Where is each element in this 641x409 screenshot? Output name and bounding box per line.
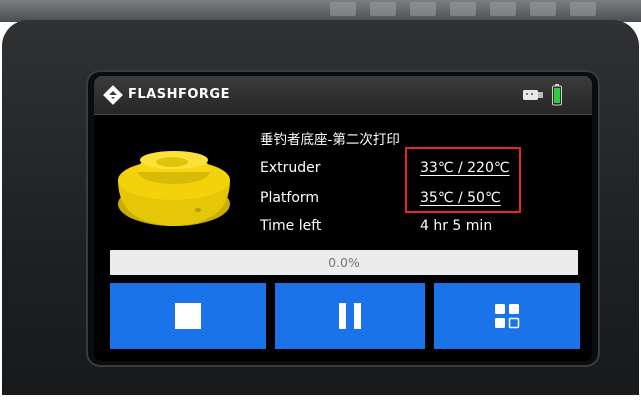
page-background bbox=[0, 395, 641, 409]
more-options-button[interactable] bbox=[434, 283, 580, 349]
stop-icon bbox=[175, 303, 201, 329]
progress-text: 0.0% bbox=[328, 255, 360, 270]
time-left-value: 4 hr 5 min bbox=[420, 218, 493, 234]
battery-icon bbox=[552, 84, 562, 106]
stop-button[interactable] bbox=[110, 283, 266, 349]
time-left-label: Time left bbox=[260, 218, 322, 234]
progress-bar: 0.0% bbox=[110, 250, 578, 275]
flashforge-logo-icon bbox=[103, 85, 123, 105]
pause-button[interactable] bbox=[275, 283, 425, 349]
brand-name: FLASHFORGE bbox=[128, 87, 230, 102]
highlight-annotation-box bbox=[405, 147, 521, 213]
grid-menu-icon bbox=[495, 304, 520, 329]
pause-icon bbox=[339, 303, 361, 329]
usb-icon[interactable] bbox=[522, 88, 544, 102]
title-bar: FLASHFORGE bbox=[94, 76, 592, 115]
touch-screen: FLASHFORGE 垂钓者底座-第二次打印 Extruder 33℃ / 22… bbox=[94, 76, 592, 361]
print-file-name: 垂钓者底座-第二次打印 bbox=[260, 132, 400, 148]
platform-label: Platform bbox=[260, 190, 320, 206]
extruder-label: Extruder bbox=[260, 160, 321, 176]
printer-top-frame bbox=[0, 0, 641, 22]
3d-model-thumbnail bbox=[118, 151, 230, 226]
